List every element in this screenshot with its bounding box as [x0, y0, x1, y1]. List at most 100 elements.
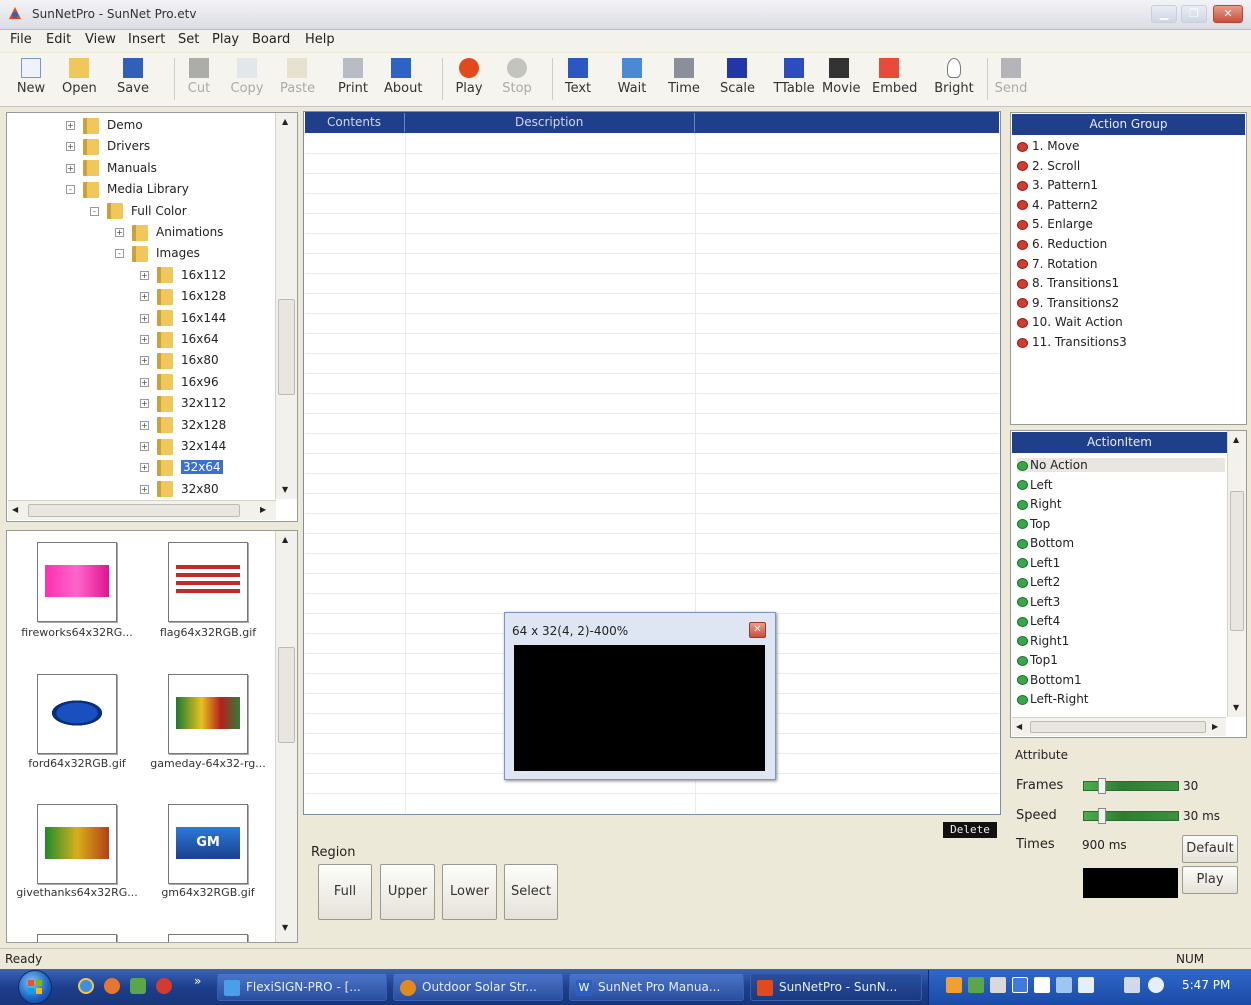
tray-icon-1[interactable] — [946, 977, 962, 993]
tree-item[interactable]: +16x96 — [140, 373, 219, 394]
delete-button[interactable]: Delete — [943, 822, 997, 838]
default-button[interactable]: Default — [1182, 835, 1238, 863]
tree-item[interactable]: - Media Library — [66, 180, 189, 201]
action-item[interactable]: Bottom — [1017, 536, 1074, 550]
action-group-item[interactable]: 2. Scroll — [1017, 159, 1080, 173]
collapse-icon[interactable]: - — [90, 206, 99, 216]
action-group-item[interactable]: 6. Reduction — [1017, 237, 1107, 251]
toolbar-movie-button[interactable]: Movie — [822, 56, 860, 104]
expand-icon[interactable]: + — [140, 484, 149, 494]
maximize-icon[interactable]: ❐ — [1181, 5, 1207, 23]
action-group-item[interactable]: 4. Pattern2 — [1017, 198, 1098, 212]
expand-icon[interactable]: + — [140, 442, 149, 451]
frames-slider-knob[interactable] — [1098, 778, 1106, 794]
action-item[interactable]: Right — [1017, 497, 1062, 511]
action-item[interactable]: Left3 — [1017, 595, 1060, 609]
tray-icon-3[interactable] — [990, 977, 1006, 993]
play-button[interactable]: Play — [1182, 866, 1238, 894]
network-icon[interactable] — [1078, 977, 1094, 993]
action-item[interactable]: Left2 — [1017, 575, 1060, 589]
scroll-up-icon[interactable]: ▲ — [282, 117, 288, 126]
tree-item[interactable]: - Full Color — [90, 202, 187, 223]
action-item[interactable]: Top — [1017, 517, 1050, 531]
toolbar-play-button[interactable]: Play — [452, 56, 486, 104]
toolbar-cut-button[interactable]: Cut — [182, 56, 216, 104]
action-item[interactable]: Right1 — [1017, 634, 1069, 648]
thumbnail-thanks[interactable] — [37, 804, 117, 884]
tree-item[interactable]: +32x64 — [140, 458, 223, 479]
action-group-item[interactable]: 10. Wait Action — [1017, 315, 1123, 329]
action-group-item[interactable]: 1. Move — [1017, 139, 1079, 153]
tray-icon-6[interactable] — [1056, 977, 1072, 993]
quicklaunch-icon[interactable] — [130, 978, 146, 994]
action-group-item[interactable]: 9. Transitions2 — [1017, 296, 1119, 310]
action-item[interactable]: Left4 — [1017, 614, 1060, 628]
scroll-thumb-horizontal[interactable] — [1030, 721, 1206, 733]
menu-file[interactable]: File — [10, 32, 32, 47]
task-flexisign[interactable]: FlexiSIGN-PRO - [... — [217, 973, 387, 1001]
quicklaunch-app-icon[interactable] — [156, 978, 172, 994]
tree-item[interactable]: +16x128 — [140, 287, 226, 308]
scroll-left-icon[interactable]: ◀ — [1016, 722, 1022, 731]
task-sunnet-manual[interactable]: W SunNet Pro Manua... — [569, 973, 744, 1001]
tree-item[interactable]: +32x80 — [140, 480, 219, 501]
expand-icon[interactable]: + — [115, 228, 124, 237]
tray-icon-5[interactable] — [1034, 977, 1050, 993]
tree-item[interactable]: + Drivers — [66, 137, 150, 158]
scroll-down-icon[interactable]: ▼ — [1233, 703, 1239, 712]
scroll-down-icon[interactable]: ▼ — [282, 485, 288, 494]
tray-icon-2[interactable] — [968, 977, 984, 993]
thumbnail-ford[interactable] — [37, 674, 117, 754]
toolbar-copy-button[interactable]: Copy — [230, 56, 264, 104]
expand-icon[interactable]: + — [140, 335, 149, 344]
volume-icon[interactable] — [1148, 977, 1164, 993]
tree-item[interactable]: + Animations — [115, 223, 223, 244]
action-item[interactable]: No Action — [1017, 458, 1225, 472]
toolbar-open-button[interactable]: Open — [62, 56, 97, 104]
scroll-thumb[interactable] — [278, 647, 295, 743]
tree-item[interactable]: +16x112 — [140, 266, 226, 287]
toolbar-embed-button[interactable]: Embed — [872, 56, 917, 104]
action-item[interactable]: Left — [1017, 478, 1053, 492]
toolbar-text-button[interactable]: Text — [561, 56, 595, 104]
toolbar-send-button[interactable]: Send — [994, 56, 1028, 104]
region-upper-button[interactable]: Upper — [380, 864, 435, 920]
start-button[interactable] — [18, 970, 52, 1004]
column-extra[interactable] — [695, 113, 999, 132]
toolbar-paste-button[interactable]: Paste — [280, 56, 315, 104]
expand-icon[interactable]: + — [140, 463, 149, 473]
internet-explorer-icon[interactable] — [78, 978, 94, 994]
scroll-right-icon[interactable]: ▶ — [1212, 722, 1218, 731]
toolbar-save-button[interactable]: Save — [116, 56, 150, 104]
menu-help[interactable]: Help — [305, 32, 335, 47]
toolbar-new-button[interactable]: New — [14, 56, 48, 104]
tree-item[interactable]: +32x144 — [140, 437, 226, 458]
menu-play[interactable]: Play — [212, 32, 239, 47]
firefox-icon[interactable] — [104, 978, 120, 994]
thumbnail-partial[interactable] — [168, 934, 248, 942]
expand-icon[interactable]: + — [140, 377, 149, 387]
thumbnail-vertical-scrollbar[interactable]: ▲ ▼ — [275, 531, 297, 942]
menu-edit[interactable]: Edit — [46, 32, 71, 47]
tree-item[interactable]: - Images — [115, 244, 200, 265]
toolbar-about-button[interactable]: About — [384, 56, 422, 104]
clock[interactable]: 5:47 PM — [1182, 978, 1230, 992]
action-item[interactable]: Top1 — [1017, 653, 1058, 667]
tree-item[interactable]: + Demo — [66, 116, 143, 137]
toolbar-stop-button[interactable]: Stop — [500, 56, 534, 104]
toolbar-print-button[interactable]: Print — [336, 56, 370, 104]
expand-icon[interactable]: + — [140, 292, 149, 302]
tray-icon-4[interactable] — [1012, 977, 1028, 993]
action-item[interactable]: Bottom1 — [1017, 673, 1082, 687]
tree-item[interactable]: +32x128 — [140, 416, 226, 437]
thumbnail-fireworks[interactable] — [37, 542, 117, 622]
collapse-icon[interactable]: - — [115, 249, 124, 259]
scroll-left-icon[interactable]: ◀ — [12, 505, 18, 514]
expand-icon[interactable]: + — [66, 163, 75, 173]
action-group-item[interactable]: 5. Enlarge — [1017, 217, 1093, 231]
column-description[interactable]: Description — [405, 113, 695, 132]
scroll-up-icon[interactable]: ▲ — [282, 535, 288, 544]
expand-icon[interactable]: + — [140, 399, 149, 409]
expand-icon[interactable]: + — [66, 142, 75, 152]
quicklaunch-overflow-icon[interactable]: » — [194, 974, 201, 988]
